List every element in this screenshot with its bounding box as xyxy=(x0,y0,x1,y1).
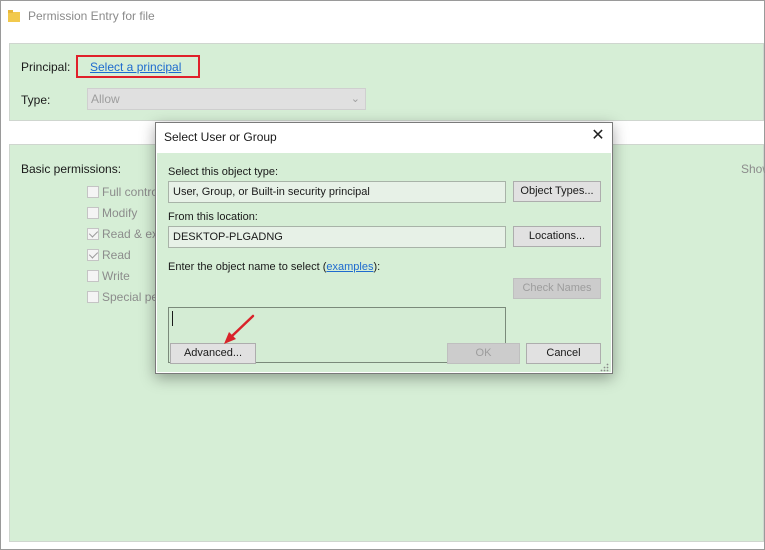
locations-button[interactable]: Locations... xyxy=(513,226,601,247)
perm-label: Read xyxy=(102,248,131,262)
object-name-label-prefix: Enter the object name to select ( xyxy=(168,261,327,273)
object-type-field: User, Group, or Built-in security princi… xyxy=(168,181,506,203)
perm-label: Full contro xyxy=(102,185,159,199)
ok-button[interactable]: OK xyxy=(447,343,520,364)
checkbox[interactable] xyxy=(87,186,99,198)
checkbox[interactable] xyxy=(87,207,99,219)
window-title: Permission Entry for file xyxy=(28,9,155,23)
dialog-title: Select User or Group xyxy=(164,130,277,144)
principal-label: Principal: xyxy=(21,60,71,74)
cancel-button[interactable]: Cancel xyxy=(526,343,601,364)
type-label: Type: xyxy=(21,93,51,107)
chevron-down-icon: ⌄ xyxy=(350,93,360,105)
dialog-body: Select this object type: User, Group, or… xyxy=(157,153,611,372)
perm-full-control[interactable]: Full contro xyxy=(87,184,158,200)
checkbox-checked[interactable] xyxy=(87,228,99,240)
object-type-label: Select this object type: xyxy=(168,166,279,178)
folder-icon xyxy=(7,9,21,23)
perm-label: Special pe xyxy=(102,290,159,304)
type-select-value: Allow xyxy=(91,92,120,106)
location-field: DESKTOP-PLGADNG xyxy=(168,226,506,248)
type-select[interactable]: Allow ⌄ xyxy=(87,88,366,110)
checkbox[interactable] xyxy=(87,291,99,303)
examples-link[interactable]: examples xyxy=(326,261,373,273)
location-label: From this location: xyxy=(168,211,258,223)
perm-read[interactable]: Read xyxy=(87,247,131,263)
text-caret xyxy=(172,311,173,326)
perm-label: Read & ex xyxy=(102,227,159,241)
select-user-group-dialog: Select User or Group ✕ Select this objec… xyxy=(155,122,613,374)
show-advanced-link[interactable]: Show xyxy=(741,162,765,176)
object-name-label: Enter the object name to select (example… xyxy=(168,261,380,273)
perm-write[interactable]: Write xyxy=(87,268,130,284)
resize-grip-icon[interactable] xyxy=(600,361,609,372)
perm-label: Write xyxy=(102,269,130,283)
checkbox-checked[interactable] xyxy=(87,249,99,261)
check-names-button[interactable]: Check Names xyxy=(513,278,601,299)
advanced-button[interactable]: Advanced... xyxy=(170,343,256,364)
object-name-label-suffix: ): xyxy=(373,261,381,273)
window-titlebar: Permission Entry for file xyxy=(1,1,764,31)
checkbox[interactable] xyxy=(87,270,99,282)
basic-permissions-heading: Basic permissions: xyxy=(21,162,122,176)
close-icon[interactable]: ✕ xyxy=(588,126,608,146)
perm-read-execute[interactable]: Read & ex xyxy=(87,226,158,242)
perm-modify[interactable]: Modify xyxy=(87,205,137,221)
object-types-button[interactable]: Object Types... xyxy=(513,181,601,202)
perm-special[interactable]: Special pe xyxy=(87,289,158,305)
perm-label: Modify xyxy=(102,206,138,220)
select-principal-link[interactable]: Select a principal xyxy=(90,60,181,74)
